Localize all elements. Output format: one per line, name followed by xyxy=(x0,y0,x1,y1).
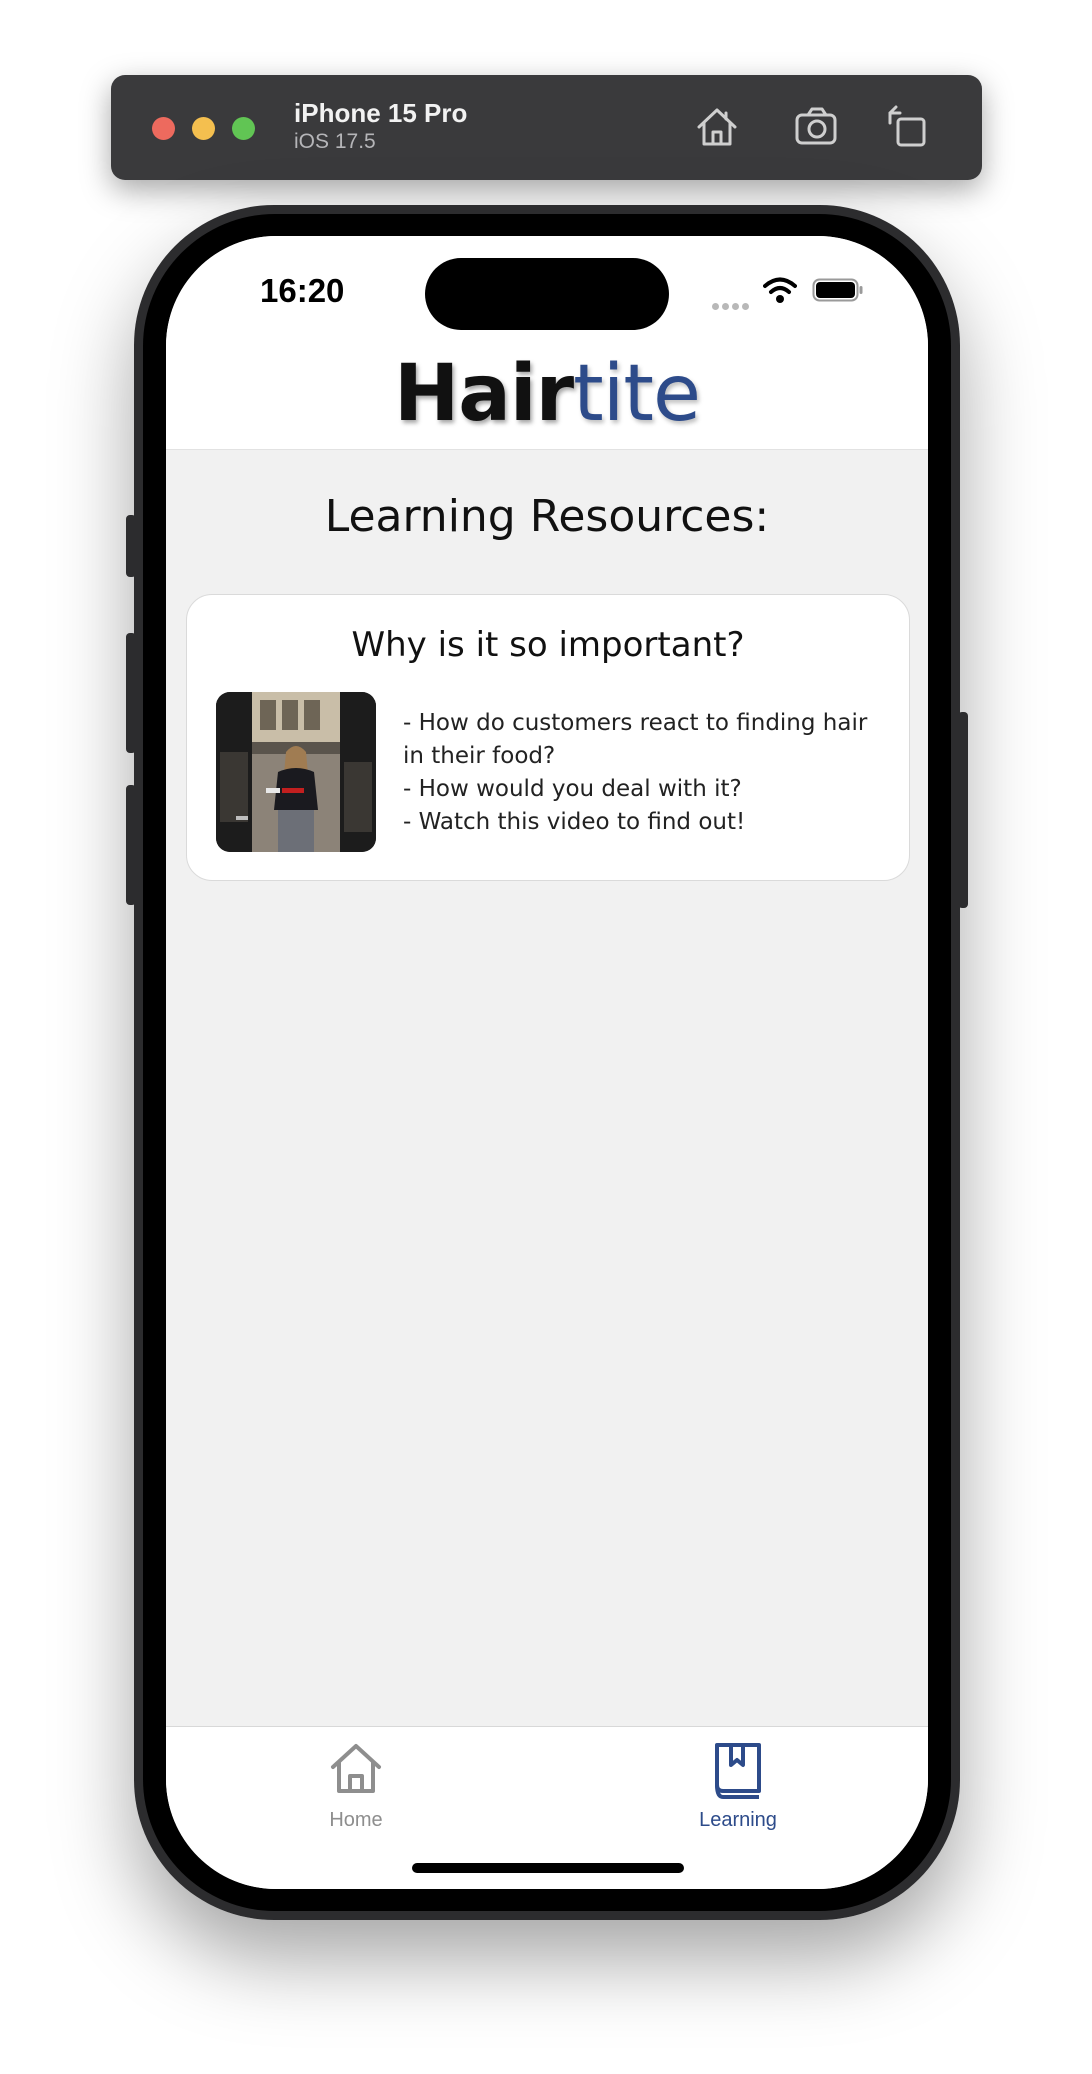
cellular-signal-icon xyxy=(712,295,752,314)
dynamic-island xyxy=(425,258,669,330)
card-line: - How would you deal with it? xyxy=(403,776,742,802)
camera-icon xyxy=(795,107,837,145)
tab-home-label: Home xyxy=(329,1809,383,1831)
phone-screen: 16:20 Hairtite Learning Resources: Why i… xyxy=(166,236,928,1889)
status-time: 16:20 xyxy=(260,272,345,309)
app-logo: Hairtite xyxy=(166,354,928,434)
home-icon xyxy=(331,1744,381,1793)
minimize-window-button[interactable] xyxy=(192,117,215,140)
card-title: Why is it so important? xyxy=(351,625,745,665)
os-version: iOS 17.5 xyxy=(294,130,376,153)
simulator-rotate-button[interactable] xyxy=(884,103,932,151)
zoom-window-button[interactable] xyxy=(232,117,255,140)
close-window-button[interactable] xyxy=(152,117,175,140)
card-line: - Watch this video to find out! xyxy=(403,809,746,835)
tab-learning[interactable]: Learning xyxy=(638,1727,838,1847)
home-icon xyxy=(697,108,737,146)
tab-home[interactable]: Home xyxy=(256,1727,456,1847)
battery-icon xyxy=(812,278,863,302)
video-thumbnail-image xyxy=(216,692,376,852)
app-header: 16:20 Hairtite xyxy=(166,236,928,450)
card-line: - How do customers react to finding hair… xyxy=(403,710,868,769)
simulator-home-button[interactable] xyxy=(693,103,741,151)
page-title: Learning Resources: xyxy=(324,491,770,542)
card-description: - How do customers react to finding hair… xyxy=(403,707,893,839)
logo-hair-text: Hair xyxy=(394,349,574,439)
book-icon xyxy=(715,1743,761,1799)
tab-learning-label: Learning xyxy=(699,1809,777,1831)
simulator-screenshot-button[interactable] xyxy=(793,103,841,151)
logo-tite-text: tite xyxy=(573,349,701,439)
device-name: iPhone 15 Pro xyxy=(294,98,468,128)
learning-resource-card[interactable]: Why is it so important? - How do custome… xyxy=(186,594,910,881)
video-thumbnail[interactable] xyxy=(216,692,376,852)
wifi-icon xyxy=(763,277,797,303)
rotate-icon xyxy=(888,105,926,147)
home-indicator[interactable] xyxy=(412,1863,684,1873)
